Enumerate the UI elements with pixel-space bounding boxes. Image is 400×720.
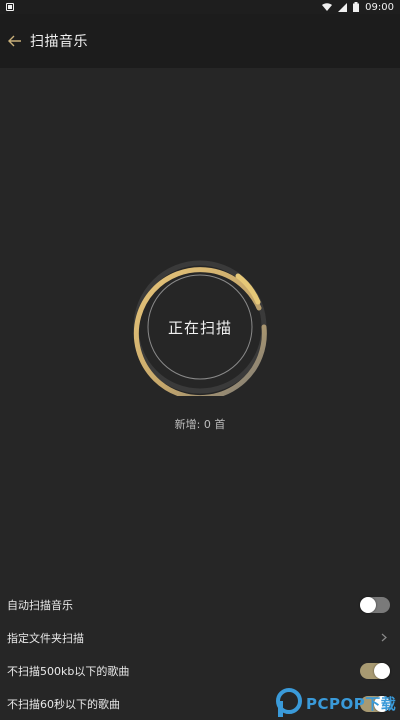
- scan-ring: 正在扫描: [131, 258, 269, 396]
- chevron-right-icon: [378, 632, 390, 644]
- scan-indicator: 正在扫描: [0, 258, 400, 398]
- battery-icon: [353, 2, 360, 12]
- setting-skip-500kb[interactable]: 不扫描500kb以下的歌曲: [0, 654, 400, 687]
- pcpop-logo-icon: [276, 688, 302, 717]
- wifi-icon: [322, 2, 333, 11]
- toggle-knob: [374, 662, 390, 679]
- setting-label: 不扫描500kb以下的歌曲: [7, 664, 130, 678]
- skip-500kb-toggle[interactable]: [360, 662, 390, 679]
- back-arrow-icon: [8, 35, 21, 47]
- watermark-text: PCPOP下载: [306, 694, 397, 713]
- signal-icon: [338, 2, 348, 12]
- status-bar: 09:00: [0, 0, 400, 14]
- new-count-text: 新增: 0 首: [174, 418, 226, 431]
- setting-auto-scan[interactable]: 自动扫描音乐: [0, 588, 400, 621]
- app-bar: 扫描音乐: [0, 14, 400, 68]
- setting-label: 自动扫描音乐: [7, 598, 73, 612]
- status-right: 09:00: [322, 2, 394, 13]
- setting-folder-scan[interactable]: 指定文件夹扫描: [0, 621, 400, 654]
- back-button[interactable]: [2, 28, 28, 54]
- scan-status-label: 正在扫描: [167, 318, 232, 337]
- auto-scan-toggle[interactable]: [360, 596, 390, 613]
- page-title: 扫描音乐: [30, 34, 88, 50]
- notification-icon: [6, 3, 14, 11]
- toggle-knob: [360, 596, 376, 613]
- setting-label: 指定文件夹扫描: [7, 631, 84, 645]
- status-time: 09:00: [365, 1, 394, 13]
- status-left: [6, 3, 14, 11]
- watermark: PCPOP下载: [276, 686, 400, 720]
- setting-label: 不扫描60秒以下的歌曲: [7, 697, 120, 711]
